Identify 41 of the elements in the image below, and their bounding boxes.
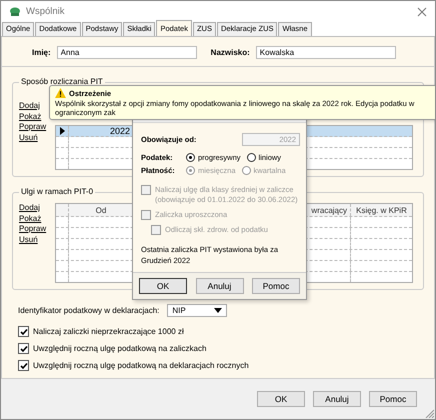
checkbox-label: Naliczaj zaliczki nieprzekraczające 1000 zł — [33, 327, 184, 336]
column-header[interactable]: Od — [96, 206, 106, 214]
dialog-button[interactable]: OK — [257, 391, 305, 407]
dialog-button[interactable]: Pomoc — [252, 278, 300, 294]
checkbox[interactable] — [18, 343, 29, 354]
checkbox[interactable] — [18, 326, 29, 337]
resize-grip-icon[interactable] — [425, 409, 434, 418]
close-icon[interactable] — [417, 6, 427, 16]
column-header[interactable]: wracający — [311, 206, 347, 214]
field-label: Identyfikator podatkowy w deklaracjach: — [18, 306, 160, 315]
group-title: Sposób rozliczania PIT — [19, 77, 105, 86]
dialog-button[interactable]: OK — [139, 278, 187, 294]
dialog-button[interactable]: Anuluj — [196, 278, 244, 294]
column-header[interactable]: Księg. w KPiR — [356, 206, 407, 214]
radio-button[interactable] — [246, 153, 256, 162]
action-link[interactable]: Usuń — [19, 132, 49, 143]
dropdown-arrow-icon — [214, 308, 222, 313]
warning-icon — [55, 88, 66, 98]
field-label: Nazwisko: — [210, 48, 250, 57]
action-link[interactable]: Pokaż — [19, 112, 49, 122]
action-link[interactable]: Usuń — [19, 234, 49, 245]
action-link[interactable]: Popraw — [19, 122, 49, 132]
app-logo-icon — [9, 6, 21, 18]
field-label: Imię: — [32, 48, 51, 57]
action-link[interactable]: Dodaj — [19, 203, 49, 214]
dialog-button[interactable]: Anuluj — [313, 391, 361, 407]
table-cell: 2022 — [110, 126, 130, 136]
window-title: Wspólnik — [26, 6, 65, 17]
action-link[interactable]: Dodaj — [19, 101, 49, 112]
dialog-button[interactable]: Pomoc — [369, 391, 417, 407]
group-title: Ulgi w ramach PIT-0 — [19, 187, 96, 196]
checkbox-label: Uwzględnij roczną ulgę podatkową na zaliczkach — [33, 344, 206, 353]
input-field[interactable]: Kowalska — [256, 46, 396, 59]
row-pointer-icon — [60, 127, 64, 135]
radio-button[interactable] — [186, 153, 195, 162]
action-link[interactable]: Popraw — [19, 224, 49, 234]
checkbox[interactable] — [18, 360, 29, 371]
checkbox-label: Uwzględnij roczną ulgę podatkową na deklaracjach rocznych — [33, 361, 249, 370]
action-link[interactable]: Pokaż — [19, 214, 49, 224]
dropdown[interactable]: NIP — [167, 304, 228, 317]
input-field[interactable]: Anna — [56, 46, 197, 59]
